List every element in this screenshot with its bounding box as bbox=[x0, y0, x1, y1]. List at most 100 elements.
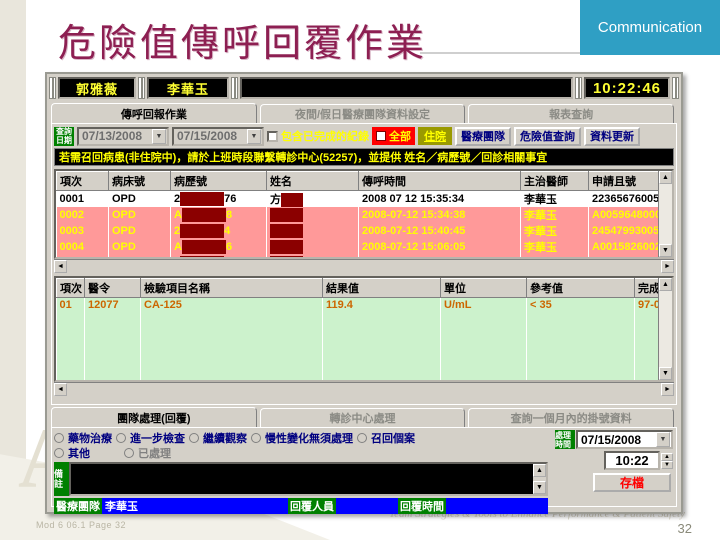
col-attending[interactable]: 主治醫師 bbox=[520, 171, 589, 191]
tab-night-holiday-team-setup[interactable]: 夜間/假日醫療團隊資料設定 bbox=[259, 104, 466, 123]
scroll-down-icon[interactable]: ▼ bbox=[533, 481, 546, 494]
slide-footer-module: Mod 6 06.1 Page 32 bbox=[36, 520, 127, 530]
include-completed-label: 包含已完成的紀錄 bbox=[281, 131, 369, 143]
chevron-down-icon[interactable]: ▼ bbox=[656, 432, 670, 447]
table-row[interactable]: 0004 OPD A 6 2008-07-12 15:06:05 李華玉 A00… bbox=[56, 239, 672, 256]
all-filter-button[interactable]: 全部 bbox=[372, 127, 415, 145]
inpatient-filter-button[interactable]: 住院 bbox=[418, 127, 452, 145]
table-row[interactable]: 0002 OPD A 8 2008-07-12 15:34:38 李華玉 A00… bbox=[56, 207, 672, 224]
medical-team-button[interactable]: 醫療團隊 bbox=[455, 126, 511, 146]
grip-handle-3[interactable] bbox=[575, 77, 582, 99]
date-to-input[interactable]: 07/15/2008 ▼ bbox=[172, 126, 264, 146]
table-row[interactable] bbox=[56, 357, 672, 373]
patient-grid-vertical-scrollbar[interactable]: ▲ ▼ bbox=[658, 171, 672, 257]
scroll-down-icon[interactable]: ▼ bbox=[659, 244, 672, 257]
include-completed-checkbox[interactable] bbox=[267, 130, 278, 142]
application-window: 郭雅薇 李華玉 10:22:46 傳呼回報作業 夜間/假日醫療團隊資料設定 報表… bbox=[45, 72, 683, 514]
scroll-track[interactable] bbox=[659, 291, 672, 367]
table-row[interactable]: 0001 OPD 2 76 方 2008 07 12 15:35:34 李華玉 … bbox=[56, 190, 672, 208]
col-page-time[interactable]: 傳呼時間 bbox=[358, 171, 521, 191]
lab-result-grid-table: 項次 醫令 檢驗項目名稱 結果值 單位 參考值 完成時間 01 12077 CA… bbox=[56, 278, 672, 380]
patient-grid-horizontal-scrollbar[interactable]: ◄ ► bbox=[54, 259, 674, 273]
communication-badge: Communication bbox=[580, 0, 720, 55]
all-filter-checkbox[interactable] bbox=[376, 131, 386, 141]
scroll-up-icon[interactable]: ▲ bbox=[659, 171, 672, 184]
cell-seq: 0005 bbox=[56, 255, 109, 257]
scroll-right-icon[interactable]: ► bbox=[661, 383, 674, 396]
cell-name bbox=[266, 255, 359, 257]
scroll-down-icon[interactable]: ▼ bbox=[659, 367, 672, 380]
col-reference-range[interactable]: 參考值 bbox=[526, 278, 635, 298]
table-row[interactable]: 0003 OPD 2 4 2008-07-12 15:40:45 李華玉 245… bbox=[56, 223, 672, 240]
tab-referral-center[interactable]: 轉診中心處理 bbox=[259, 408, 466, 427]
processing-date-input[interactable]: 07/15/2008 ▼ bbox=[576, 430, 673, 449]
grip-handle-left[interactable] bbox=[49, 77, 56, 99]
radio-other[interactable] bbox=[54, 447, 64, 458]
lab-grid-vertical-scrollbar[interactable]: ▲ ▼ bbox=[658, 278, 672, 380]
grip-handle-1[interactable] bbox=[138, 77, 145, 99]
radio-continue-observation[interactable] bbox=[189, 432, 199, 443]
chevron-down-icon[interactable]: ▼ bbox=[152, 128, 166, 144]
radio-chronic-no-action[interactable] bbox=[251, 432, 261, 443]
radio-already-handled[interactable] bbox=[124, 447, 134, 458]
tab-team-disposition[interactable]: 團隊處理(回覆) bbox=[51, 407, 257, 427]
cell-page-time: 2008 07 12 15:35:34 bbox=[358, 190, 521, 208]
scroll-up-icon[interactable]: ▲ bbox=[659, 278, 672, 291]
cell-unit: U/mL bbox=[440, 297, 527, 313]
spinner-down-icon[interactable]: ▼ bbox=[661, 460, 673, 469]
table-row[interactable] bbox=[56, 342, 672, 358]
time-stepper[interactable]: ▲ ▼ bbox=[661, 452, 673, 469]
table-row[interactable] bbox=[56, 327, 672, 343]
refresh-data-button[interactable]: 資料更新 bbox=[584, 126, 640, 146]
scroll-track[interactable] bbox=[659, 184, 672, 244]
tab-month-registration-query[interactable]: 查詢一個月內的掛號資料 bbox=[468, 408, 675, 427]
col-test-name[interactable]: 檢驗項目名稱 bbox=[140, 278, 323, 298]
table-row[interactable]: 0005 OPD 1 7 2008 07 12 14:59:38 李華玉 168… bbox=[56, 255, 672, 257]
col-seq[interactable]: 項次 bbox=[56, 278, 85, 298]
col-seq[interactable]: 項次 bbox=[56, 171, 109, 191]
status-row: 醫療團隊 李華玉 回覆人員 回覆時間 bbox=[54, 498, 674, 514]
scroll-right-icon[interactable]: ► bbox=[661, 260, 674, 273]
radio-further-exam[interactable] bbox=[116, 432, 126, 443]
current-user-display: 郭雅薇 bbox=[58, 77, 136, 99]
radio-recall-case[interactable] bbox=[357, 432, 367, 443]
save-button[interactable]: 存檔 bbox=[593, 473, 671, 492]
col-chart-no[interactable]: 病歷號 bbox=[170, 171, 267, 191]
radio-drug-therapy[interactable] bbox=[54, 432, 64, 443]
col-name[interactable]: 姓名 bbox=[266, 171, 359, 191]
cell-attending: 李華玉 bbox=[520, 207, 589, 224]
patient-grid-table: 項次 病床號 病歷號 姓名 傳呼時間 主治醫師 申請且號 0001 OPD 2 … bbox=[56, 171, 672, 257]
cell-page-time: 2008-07-12 15:40:45 bbox=[358, 223, 521, 240]
scroll-left-icon[interactable]: ◄ bbox=[54, 383, 67, 396]
col-bed[interactable]: 病床號 bbox=[108, 171, 171, 191]
spinner-up-icon[interactable]: ▲ bbox=[661, 452, 673, 461]
table-row[interactable] bbox=[56, 312, 672, 328]
scroll-up-icon[interactable]: ▲ bbox=[533, 464, 546, 477]
date-from-input[interactable]: 07/13/2008 ▼ bbox=[77, 126, 169, 146]
grip-handle-2[interactable] bbox=[231, 77, 238, 99]
critical-value-query-button[interactable]: 危險值查詢 bbox=[514, 126, 581, 146]
medical-team-label: 醫療團隊 bbox=[54, 498, 102, 514]
processing-time-input[interactable]: 10:22 bbox=[604, 451, 660, 470]
col-order-no[interactable]: 醫令 bbox=[84, 278, 141, 298]
scroll-left-icon[interactable]: ◄ bbox=[54, 260, 67, 273]
responder-value bbox=[336, 498, 398, 514]
chevron-down-icon[interactable]: ▼ bbox=[247, 128, 261, 144]
table-row[interactable]: 01 12077 CA-125 119.4 U/mL < 35 97-07 bbox=[56, 297, 672, 313]
tab-paging-report[interactable]: 傳呼回報作業 bbox=[51, 103, 257, 123]
table-row[interactable] bbox=[56, 372, 672, 380]
processing-time-label: 處理時間 bbox=[555, 430, 575, 449]
cell-name bbox=[266, 239, 359, 256]
col-result-value[interactable]: 結果值 bbox=[322, 278, 441, 298]
col-unit[interactable]: 單位 bbox=[440, 278, 527, 298]
radio-chronic-no-action-label: 慢性變化無須處理 bbox=[265, 432, 353, 445]
radio-further-exam-label: 進一步檢查 bbox=[130, 432, 185, 445]
memo-textarea[interactable]: ▲ ▼ bbox=[69, 462, 548, 496]
tab-report-query[interactable]: 報表查詢 bbox=[468, 104, 675, 123]
grip-handle-right[interactable] bbox=[672, 77, 679, 99]
cell-chart-no: 2 4 bbox=[170, 223, 267, 240]
medical-team-value: 李華玉 bbox=[102, 498, 288, 514]
marquee-message-display bbox=[240, 77, 573, 99]
lab-grid-horizontal-scrollbar[interactable]: ◄ ► bbox=[54, 382, 674, 396]
memo-vertical-scrollbar[interactable]: ▲ ▼ bbox=[533, 464, 546, 494]
